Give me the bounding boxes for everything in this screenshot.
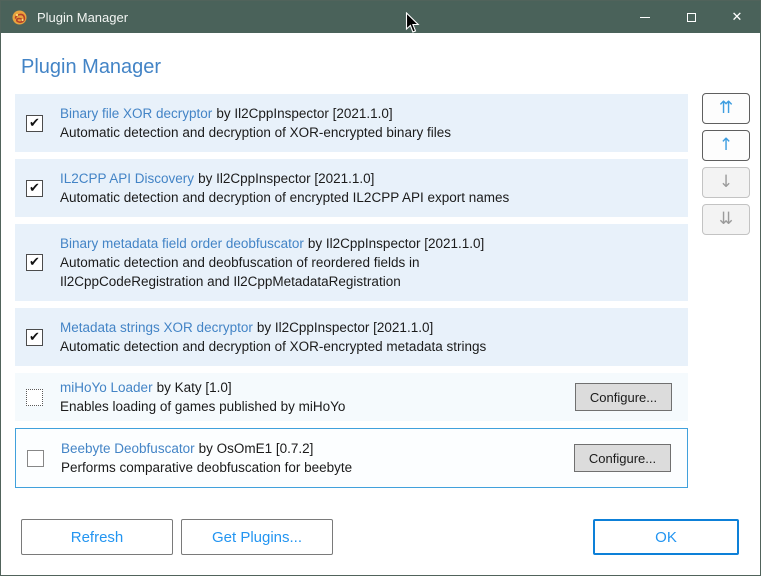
plugin-checkbox[interactable]: ✔ <box>26 328 43 346</box>
plugin-text: Metadata strings XOR decryptor by Il2CppI… <box>60 318 688 356</box>
plugin-description: Automatic detection and decryption of XO… <box>60 339 487 354</box>
close-button[interactable]: ✕ <box>714 1 760 33</box>
plugin-description: Automatic detection and decryption of en… <box>60 190 510 205</box>
reorder-buttons: ⇈ ↑ ↓ ⇊ <box>702 93 750 241</box>
plugin-name-link[interactable]: IL2CPP API Discovery <box>60 171 194 186</box>
plugin-name-link[interactable]: Binary metadata field order deobfuscator <box>60 236 304 251</box>
plugin-title-line: Metadata strings XOR decryptor by Il2CppI… <box>60 318 688 337</box>
double-up-arrow-icon: ⇈ <box>718 98 734 118</box>
plugin-description: Enables loading of games published by mi… <box>60 399 346 414</box>
plugin-author: by OsOmE1 [0.7.2] <box>198 441 314 456</box>
plugin-row[interactable]: ✔ Metadata strings XOR decryptor by Il2Cp… <box>15 308 688 366</box>
plugin-name-link[interactable]: Metadata strings XOR decryptor <box>60 320 253 335</box>
plugin-checkbox[interactable]: ✔ <box>26 254 43 271</box>
plugin-row[interactable]: Beebyte Deobfuscator by OsOmE1 [0.7.2] Pe… <box>15 428 688 488</box>
ok-button[interactable]: OK <box>593 519 739 555</box>
plugin-description: Automatic detection and deobfuscation of… <box>60 255 420 289</box>
plugin-checkbox[interactable]: ✔ <box>26 179 43 197</box>
plugin-list: ✔ Binary file XOR decryptor by Il2CppInsp… <box>15 94 688 495</box>
plugin-title-line: Binary file XOR decryptor by Il2CppInspec… <box>60 104 688 123</box>
plugin-name-link[interactable]: Binary file XOR decryptor <box>60 106 212 121</box>
maximize-button[interactable] <box>668 1 714 33</box>
get-plugins-button[interactable]: Get Plugins... <box>181 519 333 555</box>
plugin-author: by Il2CppInspector [2021.1.0] <box>216 106 393 121</box>
plugin-description: Automatic detection and decryption of XO… <box>60 125 451 140</box>
page-title: Plugin Manager <box>21 56 162 78</box>
app-icon <box>11 9 28 26</box>
plugin-row[interactable]: miHoYo Loader by Katy [1.0] Enables loadi… <box>15 373 688 421</box>
move-down-button[interactable]: ↓ <box>702 167 750 198</box>
double-down-arrow-icon: ⇊ <box>718 209 734 229</box>
plugin-checkbox[interactable]: ✔ <box>26 114 43 132</box>
plugin-text: Beebyte Deobfuscator by OsOmE1 [0.7.2] Pe… <box>61 439 574 477</box>
plugin-row[interactable]: ✔ Binary metadata field order deobfuscat… <box>15 224 688 301</box>
plugin-description: Performs comparative deobfuscation for b… <box>61 460 353 475</box>
plugin-author: by Il2CppInspector [2021.1.0] <box>198 171 375 186</box>
plugin-checkbox[interactable] <box>27 449 44 467</box>
plugin-row[interactable]: ✔ IL2CPP API Discovery by Il2CppInspector… <box>15 159 688 217</box>
plugin-manager-window: Plugin Manager ✕ Plugin Manager ✔ Binary… <box>0 0 761 576</box>
plugin-title-line: Beebyte Deobfuscator by OsOmE1 [0.7.2] <box>61 439 574 458</box>
plugin-text: IL2CPP API Discovery by Il2CppInspector [… <box>60 169 688 207</box>
configure-button[interactable]: Configure... <box>574 444 671 472</box>
move-to-bottom-button[interactable]: ⇊ <box>702 204 750 235</box>
minimize-icon <box>640 16 650 18</box>
maximize-icon <box>686 12 696 22</box>
plugin-row[interactable]: ✔ Binary file XOR decryptor by Il2CppInsp… <box>15 94 688 152</box>
titlebar[interactable]: Plugin Manager ✕ <box>1 1 760 33</box>
refresh-button[interactable]: Refresh <box>21 519 173 555</box>
plugin-text: miHoYo Loader by Katy [1.0] Enables loadi… <box>60 378 575 416</box>
plugin-text: Binary metadata field order deobfuscator… <box>60 234 688 291</box>
plugin-title-line: Binary metadata field order deobfuscator… <box>60 234 688 253</box>
plugin-author: by Il2CppInspector [2021.1.0] <box>307 236 485 251</box>
close-icon: ✕ <box>731 9 743 25</box>
plugin-author: by Katy [1.0] <box>156 380 232 395</box>
window-title: Plugin Manager <box>37 9 129 25</box>
move-to-top-button[interactable]: ⇈ <box>702 93 750 124</box>
plugin-text: Binary file XOR decryptor by Il2CppInspec… <box>60 104 688 142</box>
up-arrow-icon: ↑ <box>718 135 734 155</box>
window-controls: ✕ <box>622 1 760 33</box>
configure-button[interactable]: Configure... <box>575 383 672 411</box>
mouse-cursor <box>405 12 420 33</box>
plugin-name-link[interactable]: Beebyte Deobfuscator <box>61 441 195 456</box>
plugin-name-link[interactable]: miHoYo Loader <box>60 380 153 395</box>
down-arrow-icon: ↓ <box>718 172 734 192</box>
plugin-checkbox[interactable] <box>26 388 43 406</box>
plugin-author: by Il2CppInspector [2021.1.0] <box>256 320 434 335</box>
minimize-button[interactable] <box>622 1 668 33</box>
plugin-title-line: miHoYo Loader by Katy [1.0] <box>60 378 575 397</box>
plugin-title-line: IL2CPP API Discovery by Il2CppInspector [… <box>60 169 688 188</box>
move-up-button[interactable]: ↑ <box>702 130 750 161</box>
